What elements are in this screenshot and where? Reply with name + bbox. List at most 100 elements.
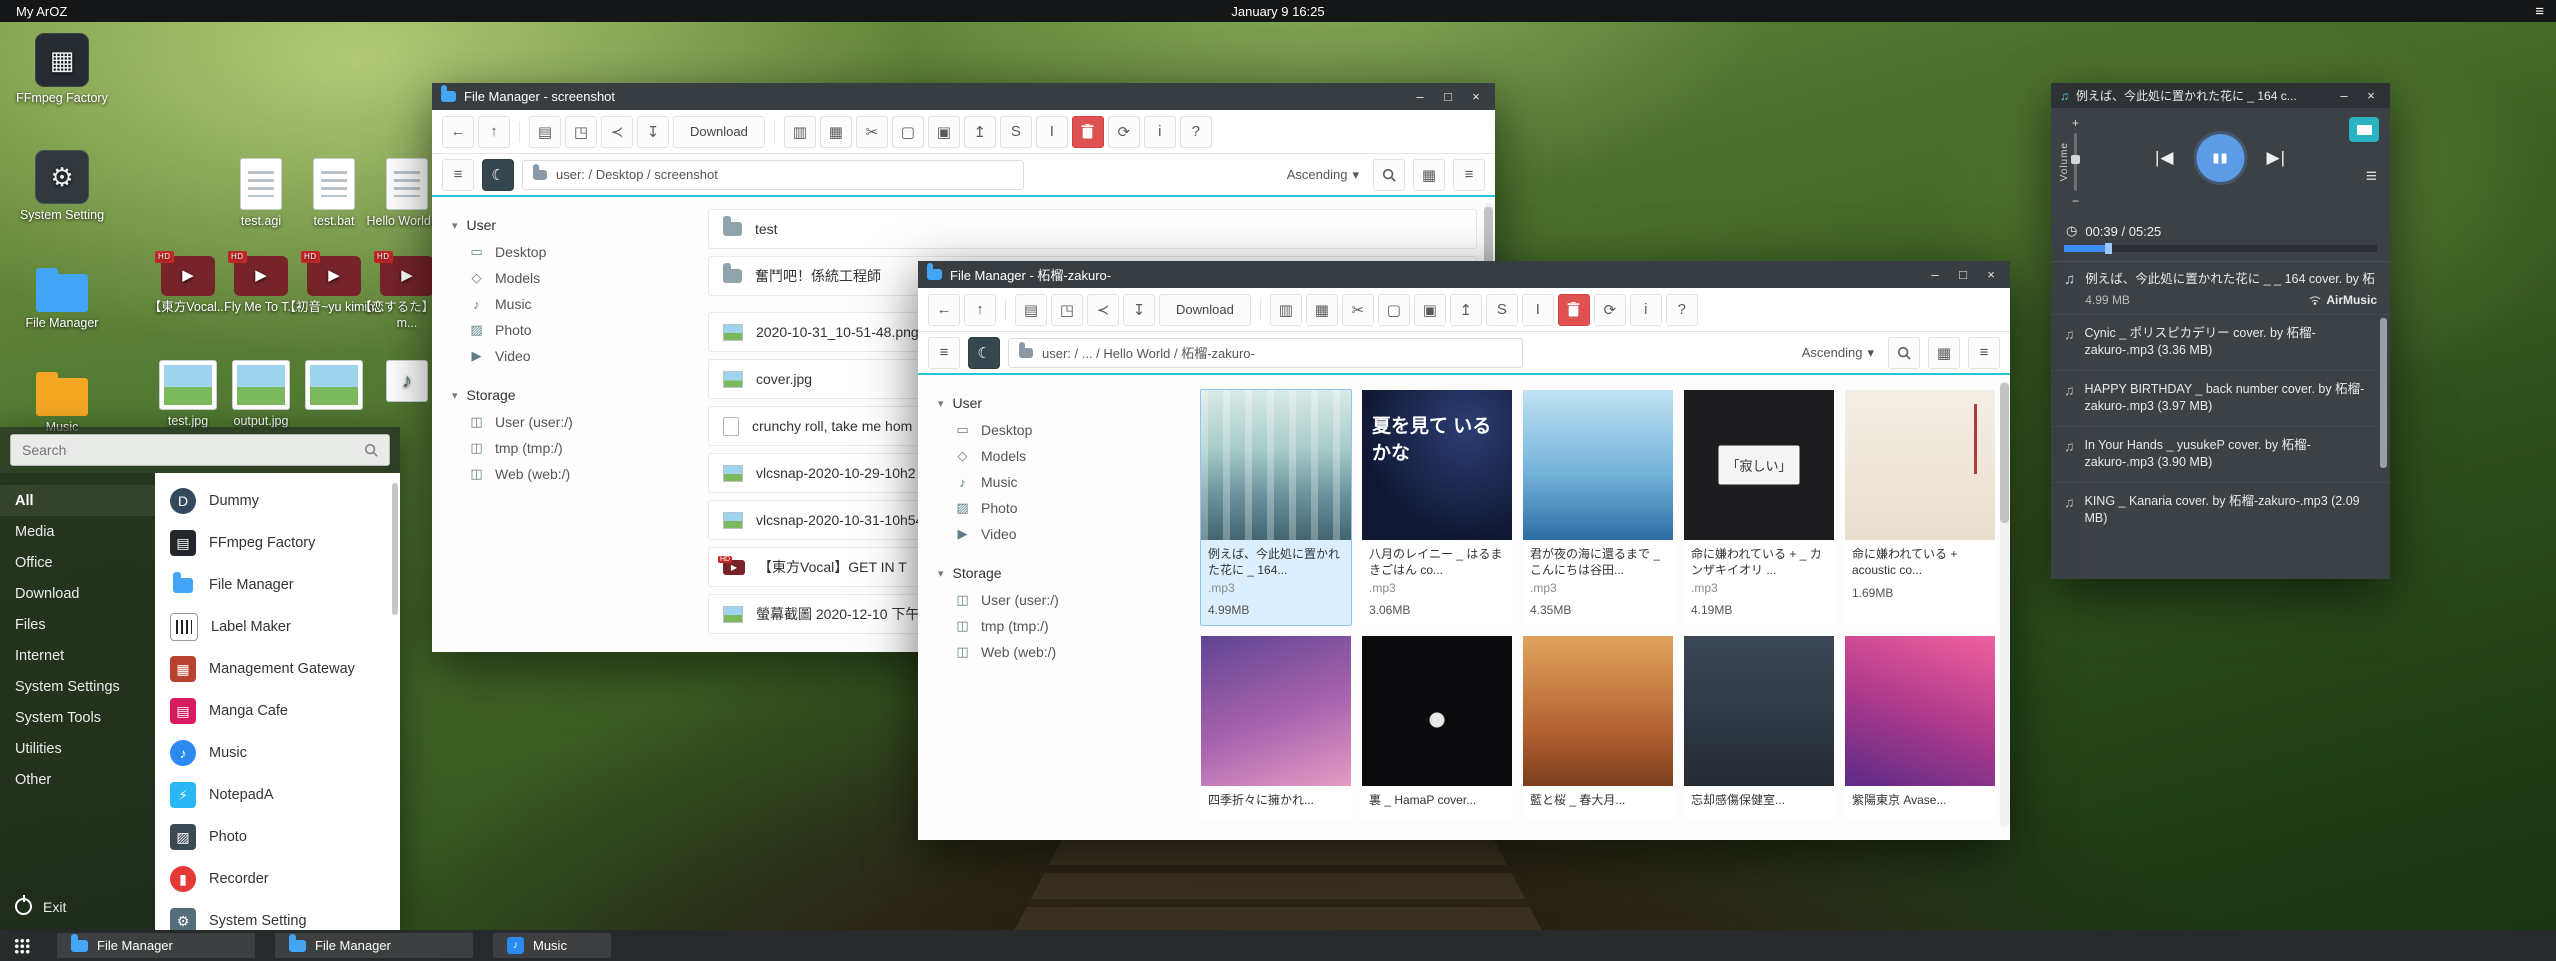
trash-button[interactable] [1072,116,1104,148]
app-item-system-setting[interactable]: ⚙System Setting [155,900,400,930]
category-other[interactable]: Other [0,764,155,795]
category-files[interactable]: Files [0,609,155,640]
paste-button[interactable]: ▥ [1270,294,1302,326]
playlist-item[interactable]: ♫In Your Hands _ yusukeP cover. by 柘榴-za… [2051,426,2390,482]
refresh-button[interactable]: ⟳ [1108,116,1140,148]
new-folder-button[interactable]: ▣ [1414,294,1446,326]
minimize-button[interactable]: – [1925,267,1945,282]
category-utilities[interactable]: Utilities [0,733,155,764]
grid-item[interactable]: 「寂しい」 命に嫌われている + _ カンザキイオリ ... .mp3 4.19… [1683,389,1835,626]
sidebar-item-tmp-drive[interactable]: ◫tmp (tmp:/) [452,435,702,461]
new-file-button[interactable]: ▢ [892,116,924,148]
grid-item-selected[interactable]: 例えば、今此処に置かれた花に _ 164... .mp3 4.99MB [1200,389,1352,626]
sidebar-item-music[interactable]: ♪Music [452,291,702,317]
sort-select[interactable]: Ascending ▾ [1281,167,1365,183]
category-download[interactable]: Download [0,578,155,609]
minimize-button[interactable]: – [2334,88,2354,103]
open-external-button[interactable]: ◳ [565,116,597,148]
seek-thumb[interactable] [2105,243,2112,254]
list-view-button[interactable]: ≡ [1453,159,1485,191]
search-button[interactable] [1888,337,1920,369]
taskbar-item-file-manager-2[interactable]: File Manager [275,933,473,958]
volume-minus[interactable]: − [2072,194,2079,208]
desktop-icon-music-folder[interactable]: Music [7,366,117,436]
sidebar-item-web-drive[interactable]: ◫Web (web:/) [452,461,702,487]
sidebar-item-user-drive[interactable]: ◫User (user:/) [938,587,1188,613]
grid-item[interactable]: 命に嫌われている + acoustic co... 1.69MB [1844,389,1996,626]
playlist-item[interactable]: ♫Cynic _ ポリスピカデリー cover. by 柘榴-zakuro-.m… [2051,314,2390,370]
grid-item[interactable]: 裏 _ HamaP cover... [1361,635,1513,821]
sidebar-item-photo[interactable]: ▨Photo [938,495,1188,521]
search-input[interactable] [10,434,390,466]
category-office[interactable]: Office [0,547,155,578]
next-track-button[interactable]: ▶| [2267,148,2287,168]
app-item-recorder[interactable]: ▮Recorder [155,858,400,900]
copy-button[interactable]: ▦ [820,116,852,148]
window-titlebar[interactable]: File Manager - screenshot – □ × [432,83,1495,110]
trash-button[interactable] [1558,294,1590,326]
category-system-tools[interactable]: System Tools [0,702,155,733]
seek-bar[interactable] [2064,245,2377,252]
dark-mode-button[interactable]: ☾ [968,337,1000,369]
sidebar-item-video[interactable]: ▶Video [452,343,702,369]
previous-track-button[interactable]: |◀ [2155,148,2175,168]
share-button[interactable]: ≺ [1087,294,1119,326]
list-toggle-button[interactable]: ≡ [928,337,960,369]
help-button[interactable]: ? [1180,116,1212,148]
scrollbar[interactable] [2000,381,2009,827]
new-folder-button[interactable]: ▣ [928,116,960,148]
cut-button[interactable]: ✂ [856,116,888,148]
italic-button[interactable]: I [1036,116,1068,148]
download-icon-button[interactable]: ↧ [637,116,669,148]
player-menu-icon[interactable]: ≡ [2366,166,2377,188]
strike-button[interactable]: S [1486,294,1518,326]
back-button[interactable]: ← [442,116,474,148]
category-media[interactable]: Media [0,516,155,547]
taskbar-item-file-manager-1[interactable]: File Manager [57,933,255,958]
open-external-button[interactable]: ◳ [1051,294,1083,326]
sort-select[interactable]: Ascending ▾ [1796,345,1880,361]
app-item-dummy[interactable]: DDummy [155,480,400,522]
now-playing[interactable]: ♫ 例えば、今此処に置かれた花に _ _ 164 cover. by 柘 4.9… [2051,261,2390,314]
app-item-ffmpeg-factory[interactable]: ▤FFmpeg Factory [155,522,400,564]
scrollbar-thumb[interactable] [2380,318,2387,468]
scrollbar-thumb[interactable] [2000,383,2009,523]
open-folder-button[interactable]: ▤ [529,116,561,148]
sidebar-item-music[interactable]: ♪Music [938,469,1188,495]
app-item-photo[interactable]: ▨Photo [155,816,400,858]
download-icon-button[interactable]: ↧ [1123,294,1155,326]
sidebar-section-user[interactable]: ▾ User [452,217,702,233]
window-titlebar[interactable]: File Manager - 柘榴-zakuro- – □ × [918,261,2010,288]
grid-item[interactable]: 君が夜の海に還るまで _ こんにちは谷田... .mp3 4.35MB [1522,389,1674,626]
close-button[interactable]: × [1466,89,1486,104]
volume-thumb[interactable] [2071,155,2080,164]
address-bar[interactable]: user: / ... / Hello World / 柘榴-zakuro- [1008,338,1523,368]
info-button[interactable]: i [1630,294,1662,326]
volume-slider[interactable]: Volume + − [2059,116,2079,208]
grid-item[interactable]: 忘却感傷保健室... [1683,635,1835,821]
category-all[interactable]: All [0,485,155,516]
desktop-icon-file-manager[interactable]: File Manager [7,262,117,332]
topbar-menu-icon[interactable]: ≡ [2535,4,2544,19]
pause-button[interactable]: ▮▮ [2197,134,2245,182]
app-item-management-gateway[interactable]: ▦Management Gateway [155,648,400,690]
app-item-manga-cafe[interactable]: ▤Manga Cafe [155,690,400,732]
grid-item[interactable]: 藍と桜 _ 春大月... [1522,635,1674,821]
sidebar-item-desktop[interactable]: ▭Desktop [938,417,1188,443]
help-button[interactable]: ? [1666,294,1698,326]
back-button[interactable]: ← [928,294,960,326]
volume-plus[interactable]: + [2072,116,2079,130]
app-item-notepada[interactable]: ⚡NotepadA [155,774,400,816]
list-view-button[interactable]: ≡ [1968,337,2000,369]
category-system-settings[interactable]: System Settings [0,671,155,702]
app-item-label-maker[interactable]: Label Maker [155,606,400,648]
new-file-button[interactable]: ▢ [1378,294,1410,326]
minimize-button[interactable]: – [1410,89,1430,104]
paste-button[interactable]: ▥ [784,116,816,148]
sidebar-item-photo[interactable]: ▨Photo [452,317,702,343]
sidebar-item-desktop[interactable]: ▭Desktop [452,239,702,265]
address-bar[interactable]: user: / Desktop / screenshot [522,160,1024,190]
playlist-item[interactable]: ♫HAPPY BIRTHDAY _ back number cover. by … [2051,370,2390,426]
sidebar-section-storage[interactable]: ▾ Storage [452,387,702,403]
copy-button[interactable]: ▦ [1306,294,1338,326]
